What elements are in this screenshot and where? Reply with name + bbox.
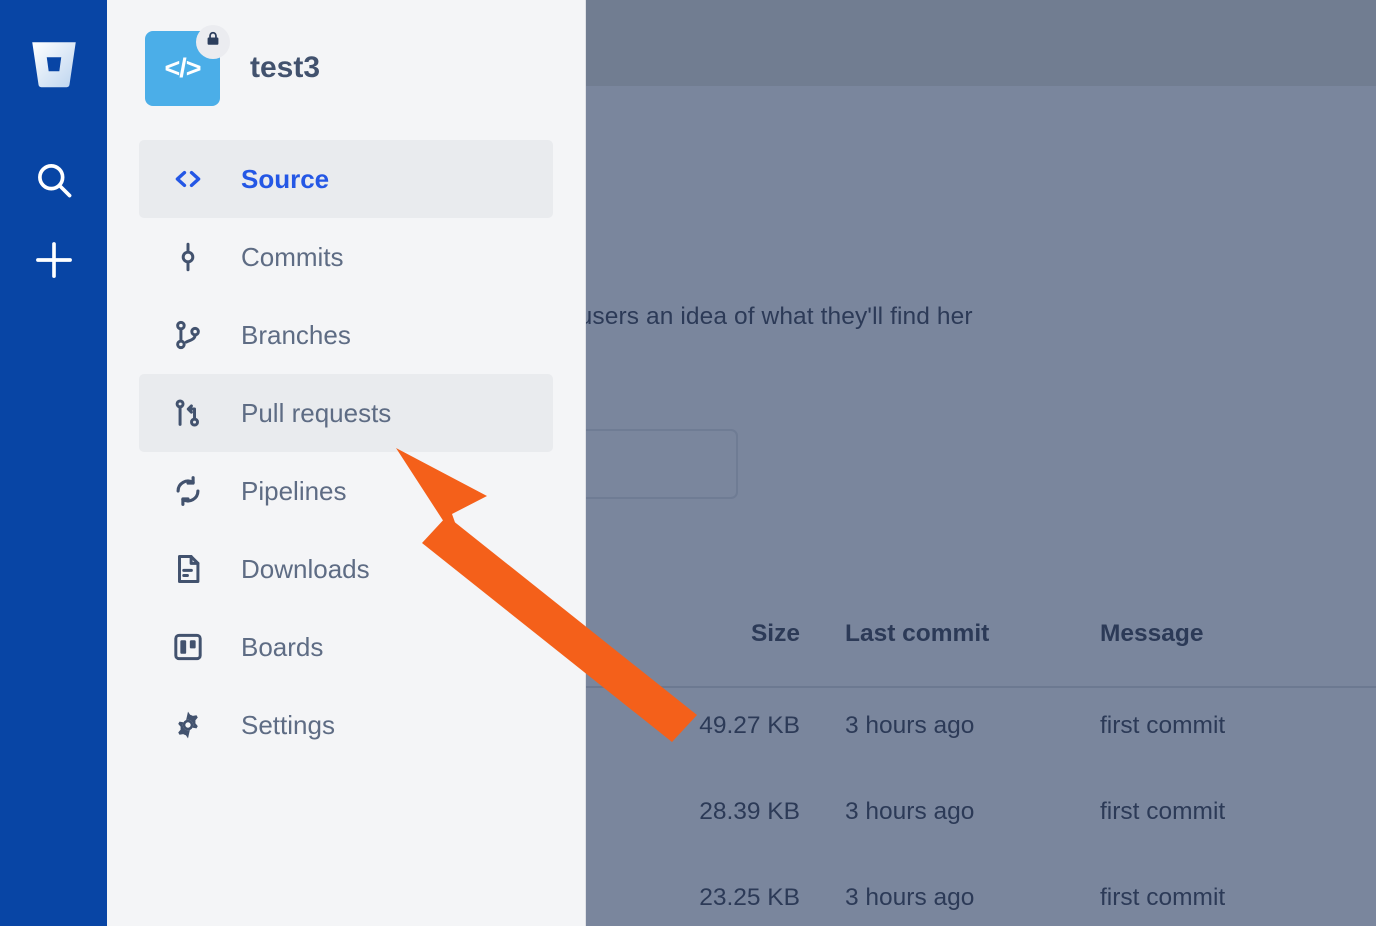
sidebar-item-label: Settings <box>241 710 335 741</box>
bitbucket-logo-button[interactable] <box>0 36 107 96</box>
boards-icon <box>165 630 211 664</box>
private-lock-badge <box>196 25 230 59</box>
cell-message: first commit <box>1100 712 1225 740</box>
repository-name: test3 <box>250 51 320 85</box>
column-header-size[interactable]: Size <box>620 620 800 648</box>
pull-request-icon <box>165 396 211 430</box>
code-brackets-icon <box>165 162 211 196</box>
cell-size: 49.27 KB <box>620 712 800 740</box>
gear-icon <box>165 708 211 742</box>
sidebar-item-label: Pipelines <box>241 476 347 507</box>
branch-icon <box>165 318 211 352</box>
cell-last-commit: 3 hours ago <box>845 712 974 740</box>
sidebar-item-pipelines[interactable]: Pipelines <box>139 452 553 530</box>
pipelines-icon <box>165 474 211 508</box>
sidebar-item-branches[interactable]: Branches <box>139 296 553 374</box>
plus-icon <box>31 237 77 288</box>
sidebar-item-downloads[interactable]: Downloads <box>139 530 553 608</box>
sidebar-item-boards[interactable]: Boards <box>139 608 553 686</box>
global-search-button[interactable] <box>0 152 107 212</box>
search-icon <box>32 158 76 207</box>
cell-message: first commit <box>1100 884 1225 912</box>
cell-last-commit: 3 hours ago <box>845 798 974 826</box>
downloads-icon <box>165 552 211 586</box>
repository-sidebar: </> test3 <box>107 0 586 926</box>
sidebar-item-label: Downloads <box>241 554 370 585</box>
cell-message: first commit <box>1100 798 1225 826</box>
sidebar-item-label: Commits <box>241 242 344 273</box>
create-button[interactable] <box>0 232 107 292</box>
cell-last-commit: 3 hours ago <box>845 884 974 912</box>
column-header-last-commit[interactable]: Last commit <box>845 620 989 648</box>
sidebar-item-pull-requests[interactable]: Pull requests <box>139 374 553 452</box>
commit-icon <box>165 240 211 274</box>
sidebar-item-label: Branches <box>241 320 351 351</box>
repository-nav-list: Source Commits <box>107 140 585 764</box>
sidebar-item-label: Boards <box>241 632 323 663</box>
bitbucket-logo <box>25 35 83 98</box>
repository-header[interactable]: </> test3 <box>107 0 585 136</box>
sidebar-item-label: Pull requests <box>241 398 391 429</box>
repository-avatar-wrapper: </> <box>145 31 220 106</box>
column-header-message[interactable]: Message <box>1100 620 1204 648</box>
sidebar-item-label: Source <box>241 164 329 195</box>
sidebar-item-commits[interactable]: Commits <box>139 218 553 296</box>
cell-size: 23.25 KB <box>620 884 800 912</box>
lock-icon <box>203 29 223 54</box>
app-root: source files. To give your users an idea… <box>0 0 1376 926</box>
sidebar-item-settings[interactable]: Settings <box>139 686 553 764</box>
cell-size: 28.39 KB <box>620 798 800 826</box>
sidebar-item-source[interactable]: Source <box>139 140 553 218</box>
global-app-rail <box>0 0 107 926</box>
